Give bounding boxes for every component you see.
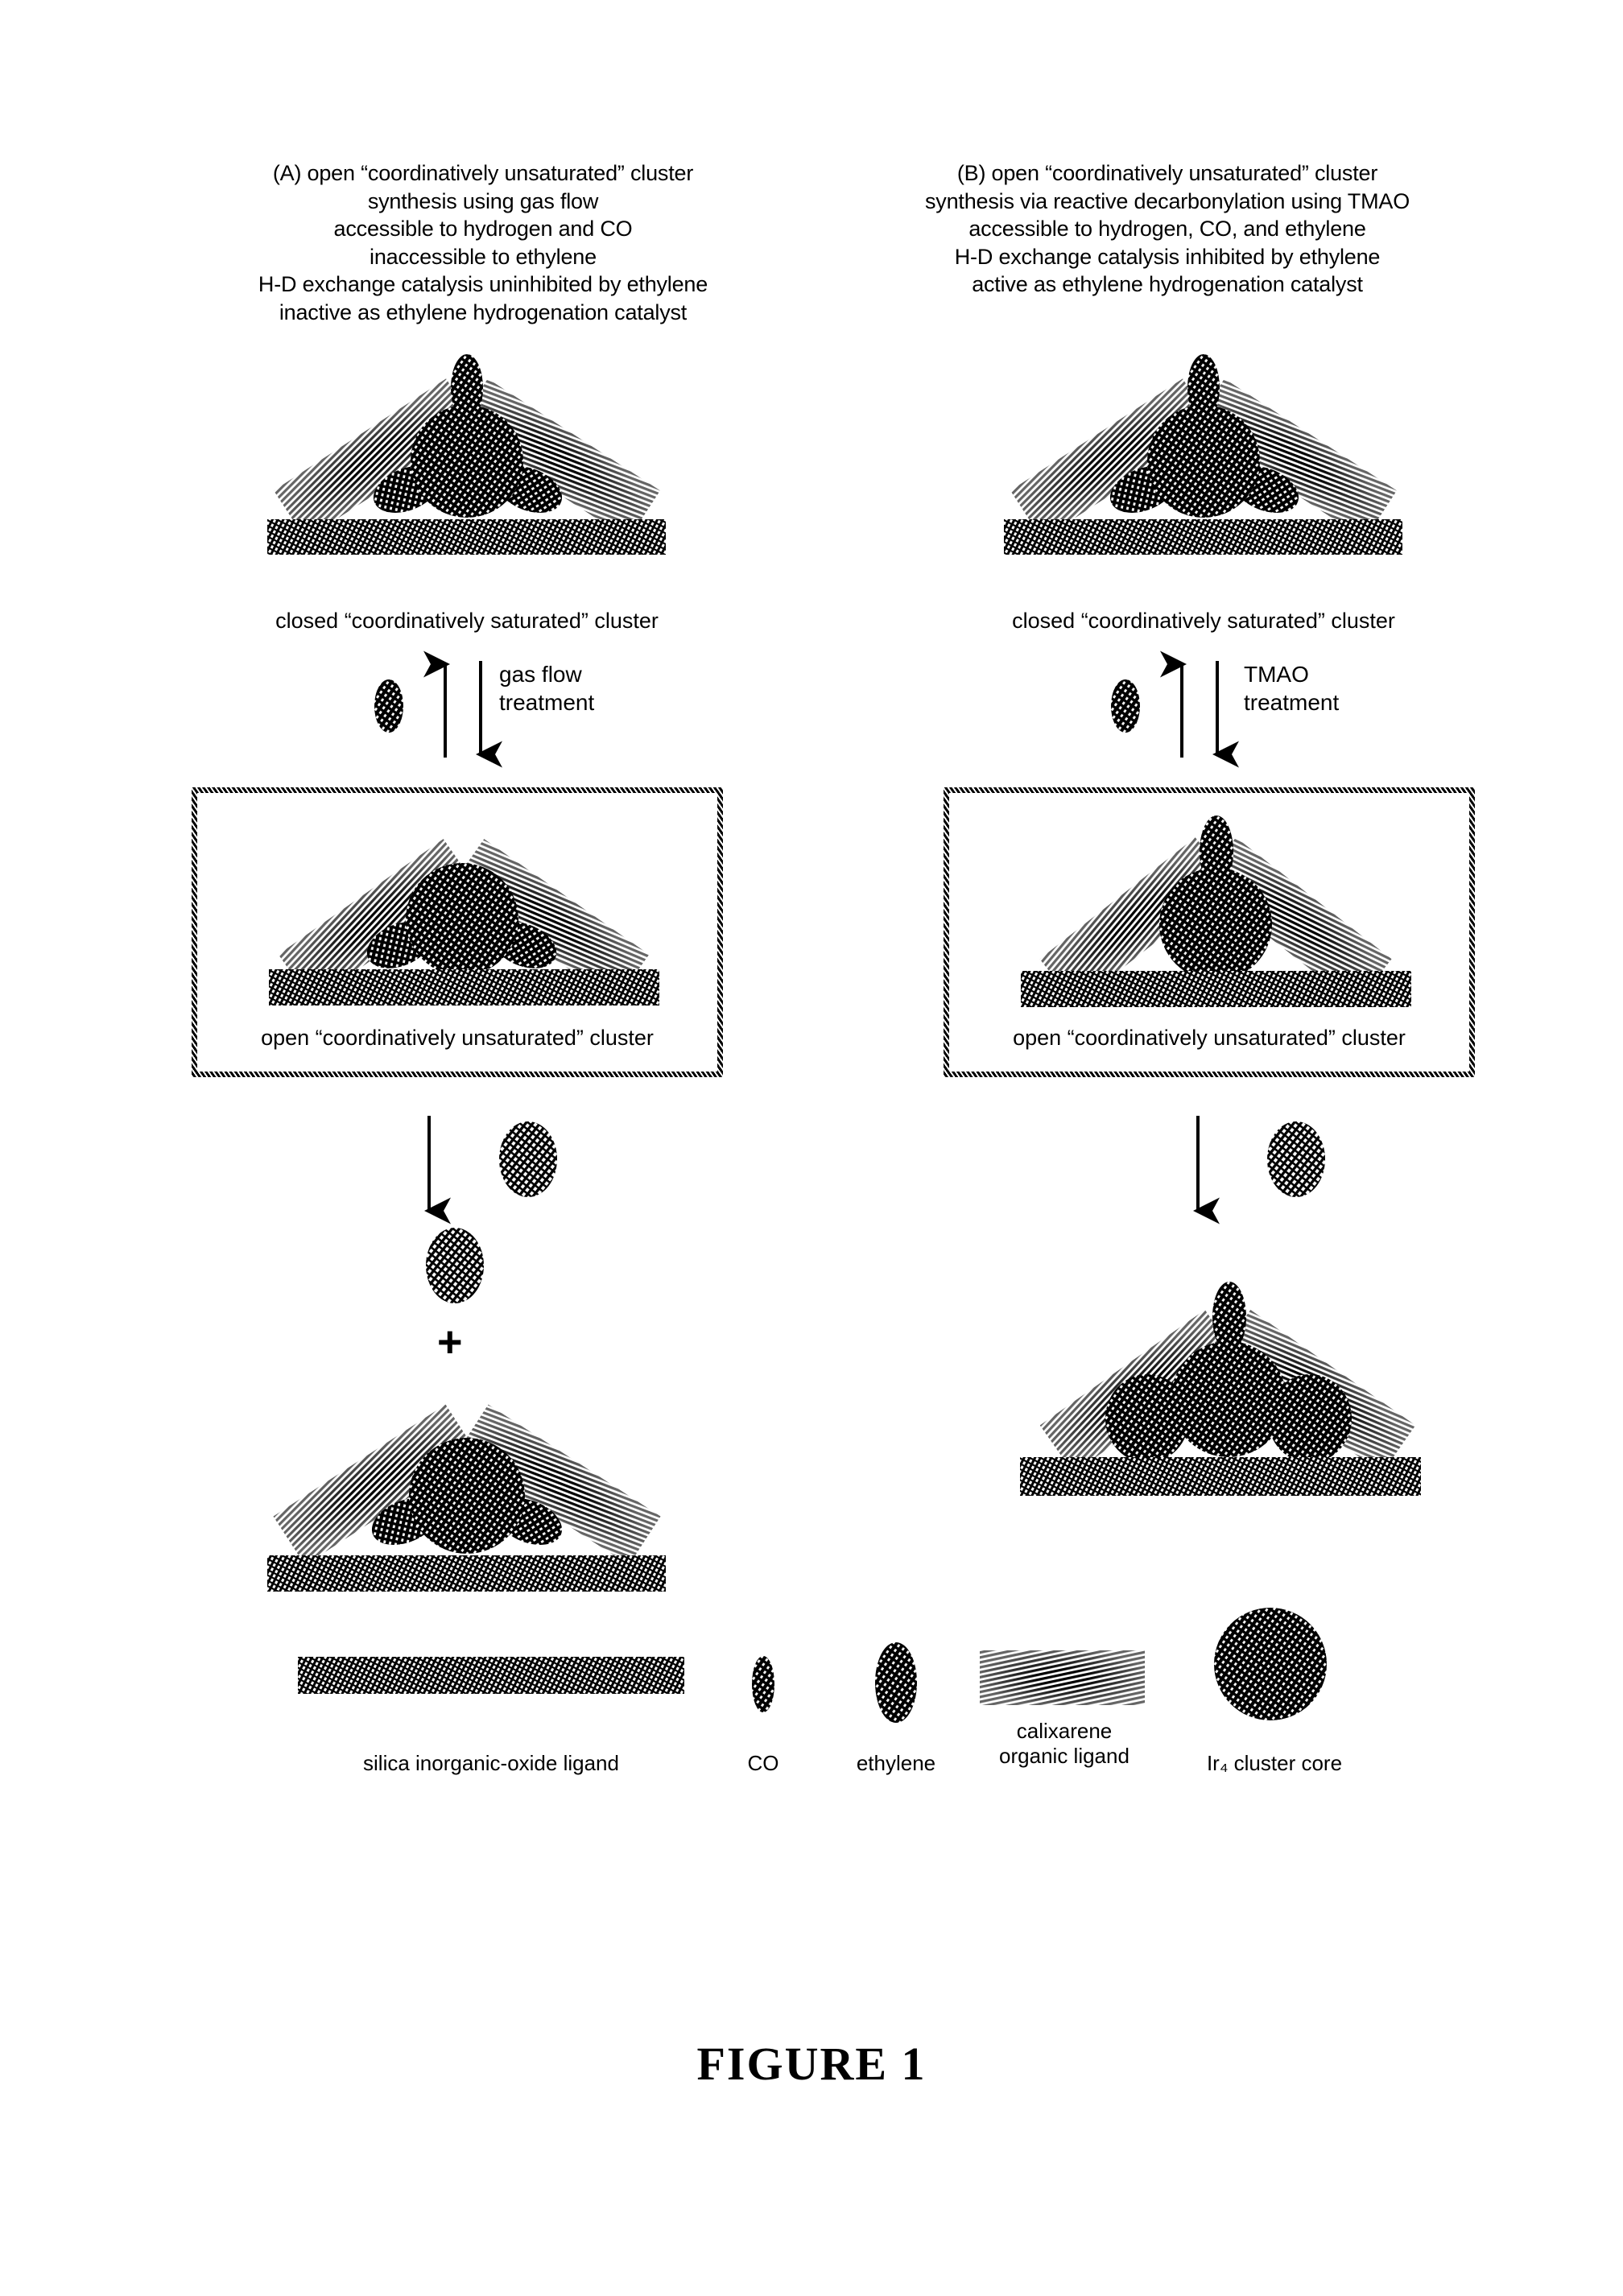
ir4-cluster-core	[1159, 868, 1272, 981]
cluster-b-open-label: open “coordinatively unsaturated” cluste…	[1013, 1026, 1406, 1050]
silica-support	[267, 1555, 666, 1592]
silica-support	[269, 969, 659, 1006]
ethylene-molecule-a-incoming	[489, 1113, 578, 1209]
ir4-cluster-core	[409, 1438, 525, 1554]
cluster-b-closed-label: closed “coordinatively saturated” cluste…	[1012, 609, 1395, 633]
legend-icon-calixarene	[980, 1646, 1149, 1711]
ir4-cluster-core	[1147, 405, 1260, 518]
treatment-label-b: TMAO treatment	[1244, 662, 1340, 715]
medium-ellipse-icon	[875, 1642, 917, 1723]
silica-support	[1020, 1457, 1421, 1496]
plus-symbol-a: +	[437, 1318, 463, 1366]
cluster-b-closed	[978, 354, 1429, 572]
legend-icon-silica	[298, 1650, 684, 1707]
hatched-rectangle-icon	[980, 1650, 1145, 1705]
ethylene-molecule-b-incoming	[1258, 1113, 1346, 1209]
cluster-b-bottom	[1002, 1264, 1453, 1505]
silica-support	[1021, 971, 1411, 1007]
legend-icon-ethylene	[860, 1634, 932, 1723]
figure-caption: FIGURE 1	[696, 2038, 927, 2090]
ethylene-icon	[1267, 1121, 1325, 1197]
co-molecule-icon	[374, 679, 403, 733]
legend-label-ir4: Ir₄ cluster core	[1206, 1751, 1343, 1775]
ir4-cluster-core	[411, 405, 523, 518]
cluster-a-closed	[242, 354, 692, 572]
open-cluster-box-a: open “coordinatively unsaturated” cluste…	[192, 787, 723, 1077]
silica-support	[1004, 519, 1402, 555]
ethylene-icon	[499, 1121, 557, 1197]
ethylene-icon	[426, 1228, 484, 1303]
cluster-b-open	[990, 811, 1441, 1021]
cluster-a-bottom	[242, 1377, 692, 1594]
cluster-a-closed-label: closed “coordinatively saturated” cluste…	[275, 609, 659, 633]
cluster-a-open-label: open “coordinatively unsaturated” cluste…	[261, 1026, 654, 1050]
ir4-cluster-core	[1171, 1341, 1286, 1457]
legend-label-co: CO	[747, 1751, 779, 1775]
co-molecule-icon	[1111, 679, 1140, 733]
hatched-circle-icon	[1214, 1608, 1327, 1720]
silica-support	[267, 519, 666, 555]
legend-icon-ir4	[1208, 1598, 1336, 1727]
column-a-header: (A) open “coordinatively unsaturated” cl…	[258, 161, 708, 324]
ir4-cluster-core	[406, 863, 518, 976]
ethylene-molecule-a-released	[411, 1216, 499, 1320]
cluster-a-open	[238, 818, 689, 1019]
legend-icon-co	[739, 1642, 787, 1715]
legend-label-calixarene: calixarene organic ligand	[999, 1719, 1129, 1769]
hatched-bar-icon	[298, 1657, 684, 1694]
column-b-header: (B) open “coordinatively unsaturated” cl…	[925, 161, 1410, 297]
treatment-label-a: gas flow treatment	[499, 662, 595, 715]
open-cluster-box-b: open “coordinatively unsaturated” cluste…	[944, 787, 1475, 1077]
legend-label-silica: silica inorganic-oxide ligand	[363, 1751, 619, 1775]
small-ellipse-icon	[752, 1656, 774, 1712]
figure-page: (A) open “coordinatively unsaturated” cl…	[0, 0, 1623, 2296]
legend-label-ethylene: ethylene	[856, 1751, 936, 1775]
